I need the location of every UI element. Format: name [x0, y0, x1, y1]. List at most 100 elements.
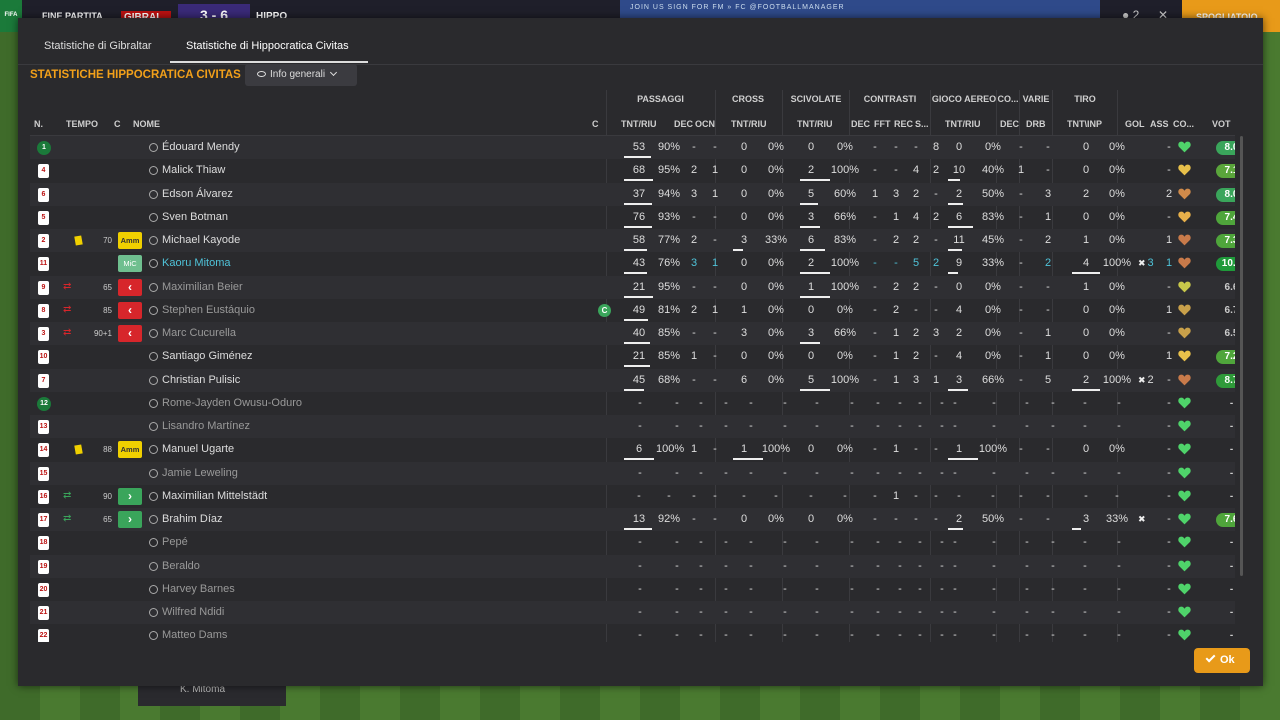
table-row[interactable]: 21 Wilfred Ndidi - - - - - - - - - - - - - - - - - - - - [30, 601, 1235, 625]
shirt-number-badge: 16 [38, 489, 49, 504]
player-name[interactable]: Sven Botman [162, 206, 228, 229]
player-name[interactable]: Santiago Giménez [162, 345, 253, 368]
player-profile-icon[interactable] [149, 631, 158, 641]
player-profile-icon[interactable] [149, 166, 158, 176]
scrollbar-thumb[interactable] [1240, 136, 1243, 576]
table-row[interactable]: 3 ⇄ 90+1 ‹ Marc Cucurella 40 85% - -3 0% 3 66% -1 2 3 2… [30, 322, 1235, 346]
player-name[interactable]: Lisandro Martínez [162, 415, 250, 438]
player-name[interactable]: Brahim Díaz [162, 508, 223, 531]
player-name[interactable]: Beraldo [162, 555, 200, 578]
table-row[interactable]: 20 Harvey Barnes - - - - - - - - - - - - - - - - - - - - [30, 578, 1235, 601]
player-name[interactable]: Kaoru Mitoma [162, 252, 230, 275]
col-ti_tnt[interactable]: TNT\INP [1067, 119, 1102, 129]
player-profile-icon[interactable] [149, 561, 158, 571]
player-profile-icon[interactable] [149, 259, 158, 269]
player-profile-icon[interactable] [149, 445, 158, 455]
col-vot[interactable]: VOT [1212, 119, 1231, 129]
col-p_tnt[interactable]: TNT/RIU [621, 119, 657, 129]
table-row[interactable]: 14 88 Amm Manuel Ugarte 6 100% 1-1 100% 0 0% -1- -1… [30, 438, 1235, 461]
player-profile-icon[interactable] [149, 491, 158, 501]
table-row[interactable]: 18 Pepé - - - - - - - - - - - - - - - - - - - - [30, 531, 1235, 554]
player-profile-icon[interactable] [149, 143, 158, 152]
player-profile-icon[interactable] [149, 212, 158, 222]
player-name[interactable]: Marc Cucurella [162, 322, 236, 345]
table-row[interactable]: 4 Malick Thiaw 68 95% 2 1 0 0% 2 100% - -4 2 10 40% 1-0… [30, 159, 1235, 182]
col-cond[interactable]: CO... [1173, 119, 1194, 129]
player-name[interactable]: Harvey Barnes [162, 578, 235, 601]
info-dropdown[interactable]: Info generali [245, 64, 357, 86]
player-name[interactable]: Maximilian Beier [162, 276, 243, 299]
col-nome[interactable]: NOME [133, 119, 160, 129]
player-name[interactable]: Jamie Leweling [162, 462, 238, 485]
col-p_ocn[interactable]: OCN [695, 119, 715, 129]
player-profile-icon[interactable] [149, 515, 158, 524]
player-profile-icon[interactable] [149, 375, 158, 385]
tab-gibraltar-stats[interactable]: Statistiche di Gibraltar [44, 40, 152, 52]
player-name[interactable]: Edson Álvarez [162, 183, 233, 206]
player-name[interactable]: Édouard Mendy [162, 136, 240, 159]
col-p_dec[interactable]: DEC [674, 119, 693, 129]
table-row[interactable]: 13 Lisandro Martínez - - - - - - - - - - - - - - - - - - - - [30, 415, 1235, 439]
table-row[interactable]: 22 Matteo Dams - - - - - - - - - - - - - - - - - - - - [30, 624, 1235, 642]
col-va_drb[interactable]: DRB [1026, 119, 1046, 129]
col-co_dec[interactable]: DEC [1000, 119, 1019, 129]
player-name[interactable]: Pepé [162, 531, 188, 554]
table-row[interactable]: 10 Santiago Giménez 21 85% 1-0 0% 0 0% -1 2-4 0% -1… [30, 345, 1235, 368]
col-ga_tnt[interactable]: TNT/RIU [945, 119, 981, 129]
player-name[interactable]: Malick Thiaw [162, 159, 225, 182]
table-row[interactable]: 17 ⇄ 65 › Brahim Díaz 13 92% - -0 0% 0 0% - - - -2 50% - -… [30, 508, 1235, 532]
stat-cell: - [749, 606, 753, 618]
tab-hippocratica-stats[interactable]: Statistiche di Hippocratica Civitas [186, 40, 349, 52]
ok-button[interactable]: Ok [1194, 648, 1250, 673]
table-row[interactable]: 16 ⇄ 90 › Maximilian Mittelstädt - - - - - - - - - 1 - -… [30, 485, 1235, 508]
col-ct_rec[interactable]: REC [894, 119, 913, 129]
col-n[interactable]: N. [34, 119, 43, 129]
table-row[interactable]: 7 Christian Pulisic 45 68% - -6 0% 5 100% -1 3 1 3 66… [30, 368, 1235, 392]
player-profile-icon[interactable] [149, 468, 158, 478]
player-name[interactable]: Maximilian Mittelstädt [162, 485, 267, 508]
table-row[interactable]: 15 Jamie Leweling - - - - - - - - - - - - - - - - - - - - [30, 461, 1235, 485]
col-cr_tnt[interactable]: TNT/RIU [731, 119, 767, 129]
table-row[interactable]: 12 Rome-Jayden Owusu-Oduro - - - - - - - - - - - - - - -… [30, 392, 1235, 415]
table-row[interactable]: 1 Édouard Mendy 53 90% - -0 0% 0 0% - - -8 0 0% - -0 0% -… [30, 136, 1235, 160]
col-ct_fft[interactable]: FFT [874, 119, 891, 129]
player-profile-icon[interactable] [149, 398, 158, 408]
table-row[interactable]: 6 Edson Álvarez 37 94% 3 1 0 0% 5 60% 1 3 2-2 50% -3 2 0… [30, 182, 1235, 206]
table-row[interactable]: 8 ⇄ 85 ‹ Stephen Eustáquio C 49 81% 2 1 1 0% 0 0% -2- -… [30, 299, 1235, 322]
player-profile-icon[interactable] [149, 282, 158, 292]
condition-heart-icon [1178, 513, 1191, 525]
col-c2[interactable]: C [592, 119, 599, 129]
subbed-on-icon: › [118, 511, 142, 528]
player-profile-icon[interactable] [149, 608, 158, 617]
assists-cell: - [1167, 327, 1171, 339]
con-fft: 1 [892, 443, 900, 456]
table-row[interactable]: 19 Beraldo - - - - - - - - - - - - - - - - - - - - [30, 554, 1235, 578]
col-ct_s[interactable]: S... [915, 119, 929, 129]
player-name[interactable]: Matteo Dams [162, 624, 227, 642]
col-gol[interactable]: GOL [1125, 119, 1145, 129]
player-profile-icon[interactable] [149, 305, 158, 315]
col-c[interactable]: C [114, 119, 121, 129]
stat-cell: - [749, 559, 753, 572]
player-name[interactable]: Wilfred Ndidi [162, 601, 224, 624]
player-profile-icon[interactable] [149, 352, 158, 362]
table-row[interactable]: 9 ⇄ 65 ‹ Maximilian Beier 21 95% - -0 0% 1 100% -2 2-… [30, 275, 1235, 299]
player-profile-icon[interactable] [149, 236, 158, 245]
col-ass[interactable]: ASS [1150, 119, 1169, 129]
player-profile-icon[interactable] [149, 329, 158, 338]
table-row[interactable]: 2 70 Amm Michael Kayode 58 77% 2-3 33% 6 83% -2 2-1… [30, 229, 1235, 253]
player-profile-icon[interactable] [149, 422, 158, 431]
col-sc_tnt[interactable]: TNT/RIU [797, 119, 833, 129]
player-profile-icon[interactable] [149, 189, 158, 199]
player-name[interactable]: Stephen Eustáquio [162, 299, 255, 322]
player-name[interactable]: Michael Kayode [162, 229, 240, 252]
table-row[interactable]: 11 MiC Kaoru Mitoma 43 76% 3 1 0 0% 2 100% - -5 2 9 33%… [30, 252, 1235, 275]
player-name[interactable]: Rome-Jayden Owusu-Oduro [162, 392, 302, 415]
col-tempo[interactable]: TEMPO [66, 119, 98, 129]
player-profile-icon[interactable] [149, 584, 158, 594]
player-name[interactable]: Christian Pulisic [162, 369, 240, 392]
player-name[interactable]: Manuel Ugarte [162, 438, 234, 461]
player-profile-icon[interactable] [149, 538, 158, 548]
col-ct_dec[interactable]: DEC [851, 119, 870, 129]
table-row[interactable]: 5 Sven Botman 76 93% - -0 0% 3 66% -1 4 2 6 83% -1 0 0% -… [30, 206, 1235, 229]
